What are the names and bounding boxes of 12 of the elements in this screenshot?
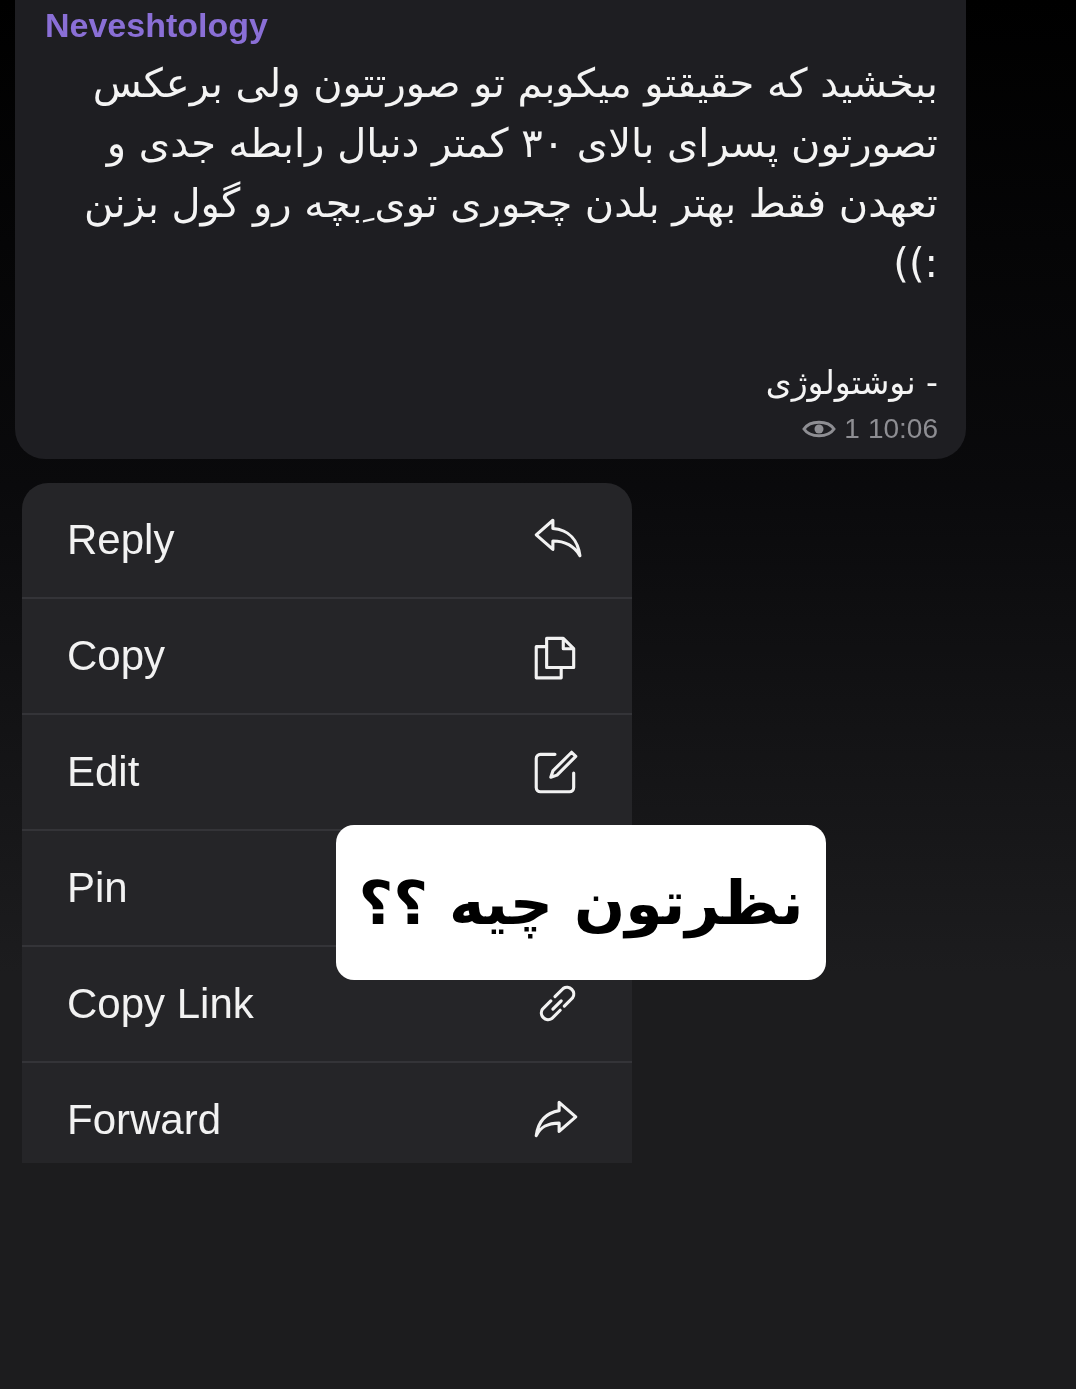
message-time: 10:06 [867,413,938,445]
view-count: 1 [844,413,860,445]
menu-item[interactable]: Forward [67,1096,222,1144]
menu-item[interactable]: Copy [67,632,166,680]
caption-tooltip: نظرتون چیه ؟؟ [336,825,826,980]
menu-item[interactable]: Edit [67,748,140,796]
menu-item[interactable]: Reply [67,516,175,564]
message-signature: - نوشتولوژی [764,362,938,404]
menu-item[interactable]: Pin [67,864,128,912]
message-text: ببخشید که حقیقتو میکوبم تو صورتتون ولی برعکس تصورتون پسرای بالای ۳۰ کمتر دنبال رابطه جدی و تعهدن فقط بهتر بلدن چجوری توی ِبچه رو گول بزنن :)) [83,59,938,288]
sender-name: Neveshtology [45,6,268,45]
menu-item[interactable]: Copy Link [67,980,254,1028]
